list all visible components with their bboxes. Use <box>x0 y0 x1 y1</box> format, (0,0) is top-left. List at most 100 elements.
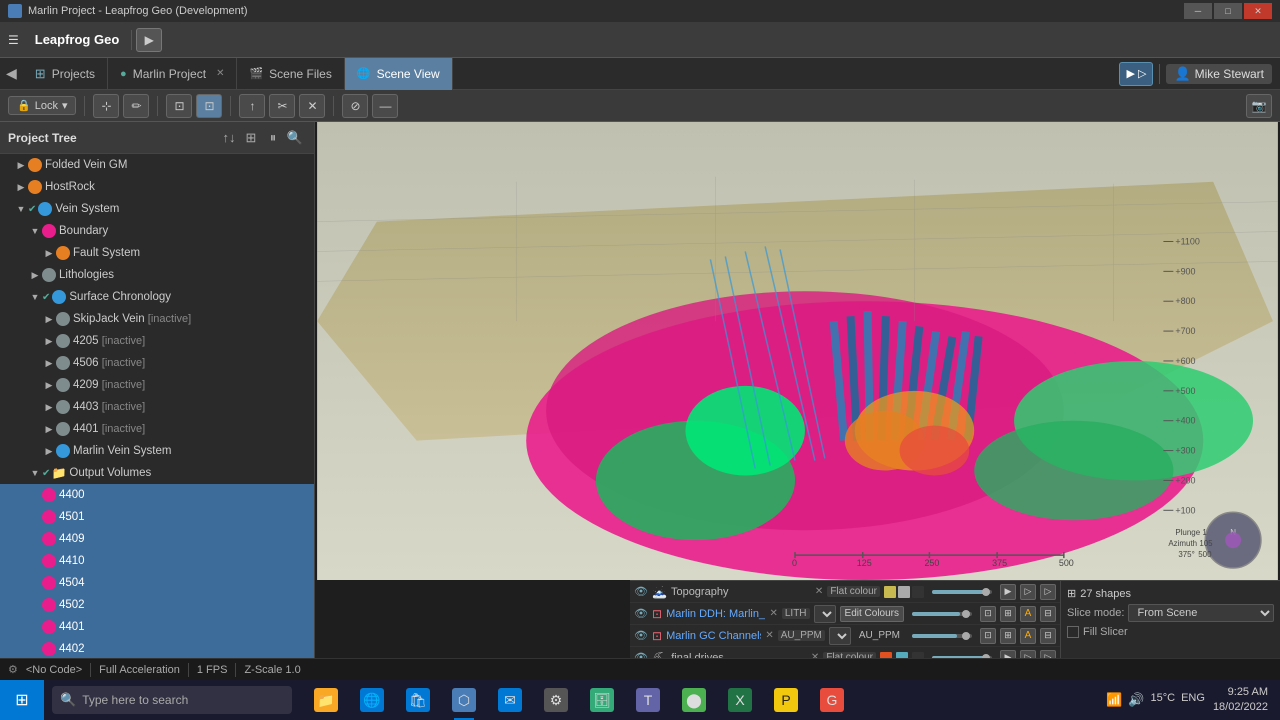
tabs-scroll-left[interactable]: ◀ <box>0 65 23 82</box>
ddh-action-2[interactable]: ⊞ <box>1000 606 1016 622</box>
tree-toggle[interactable]: ▶ <box>42 246 56 260</box>
taskbar-app-teams[interactable]: T <box>626 680 670 720</box>
tab-scene-files[interactable]: 🎬 Scene Files <box>237 58 344 90</box>
ddh-link[interactable]: Marlin DDH: Marlin_DDH_geology <box>666 608 765 620</box>
tree-item-4401-inactive[interactable]: ▶ 4401 [inactive] <box>0 418 314 440</box>
taskbar-app-settings[interactable]: ⚙ <box>534 680 578 720</box>
eraser-tool[interactable]: ⊘ <box>342 94 368 118</box>
ddh-opacity-slider[interactable] <box>912 612 972 616</box>
pause-tree-btn[interactable]: ⏸ <box>262 127 284 149</box>
ddh-action-3[interactable]: A <box>1020 606 1036 622</box>
tree-item-folded-vein-gm[interactable]: ▶ Folded Vein GM <box>0 154 314 176</box>
swatch-1[interactable] <box>884 586 896 598</box>
tree-item-skipjack[interactable]: ▶ SkipJack Vein [inactive] <box>0 308 314 330</box>
start-button[interactable]: ⊞ <box>0 680 44 720</box>
tree-item-vein-system[interactable]: ▼ ✔ Vein System <box>0 198 314 220</box>
layer-close-gc[interactable]: ✕ <box>765 630 773 641</box>
tab-scene-view[interactable]: 🌐 Scene View <box>345 58 453 90</box>
tab-projects[interactable]: ⊞ Projects <box>23 58 108 90</box>
swatch-3[interactable] <box>912 586 924 598</box>
tree-toggle[interactable]: ▼ <box>28 466 42 480</box>
expand-tree-btn[interactable]: ⊞ <box>240 127 262 149</box>
gc-link[interactable]: Marlin GC Channels: Marlin_GC_assay <box>666 630 761 642</box>
hand-tool[interactable]: ↑ <box>239 94 265 118</box>
tree-item-4501[interactable]: 4501 <box>0 506 314 528</box>
network-icon[interactable]: 📶 <box>1106 692 1122 708</box>
layer-play2-btn[interactable]: ▷ <box>1020 584 1036 600</box>
hamburger-menu[interactable]: ☰ <box>0 29 27 51</box>
taskbar-app-store[interactable]: 🛍 <box>396 680 440 720</box>
tree-item-4506[interactable]: ▶ 4506 [inactive] <box>0 352 314 374</box>
gc-select[interactable] <box>829 627 851 645</box>
measure-tool[interactable]: ⊡ <box>166 94 192 118</box>
tab-marlin-close[interactable]: ✕ <box>216 68 224 79</box>
taskbar-app-edge[interactable]: 🌐 <box>350 680 394 720</box>
notification-btn[interactable]: ▶ ▷ <box>1119 62 1153 86</box>
tree-toggle[interactable]: ▶ <box>42 334 56 348</box>
system-clock[interactable]: 9:25 AM 18/02/2022 <box>1213 685 1268 716</box>
tree-toggle[interactable]: ▼ <box>14 202 28 216</box>
tree-item-4402[interactable]: 4402 <box>0 638 314 660</box>
tree-toggle[interactable]: ▶ <box>28 268 42 282</box>
tree-toggle[interactable]: ▼ <box>28 290 42 304</box>
scene-viewport[interactable]: +1100 +900 +800 +700 +600 +500 +400 +300 <box>315 122 1280 580</box>
tree-item-fault-system[interactable]: ▶ Fault System <box>0 242 314 264</box>
layer-opacity-slider[interactable] <box>932 590 992 594</box>
tree-item-boundary[interactable]: ▼ Boundary <box>0 220 314 242</box>
ddh-action-1[interactable]: ⊡ <box>980 606 996 622</box>
layer-play3-btn[interactable]: ▷ <box>1040 584 1056 600</box>
gc-opacity-slider[interactable] <box>912 634 972 638</box>
close-button[interactable]: ✕ <box>1244 3 1272 19</box>
toolbar-play-btn[interactable]: ▶ <box>136 28 162 52</box>
tree-item-4410[interactable]: 4410 <box>0 550 314 572</box>
tree-item-4502[interactable]: 4502 <box>0 594 314 616</box>
vis-toggle-topo[interactable]: 👁 <box>634 585 648 599</box>
lock-button[interactable]: 🔒 Lock ▾ <box>8 96 76 115</box>
tree-toggle[interactable]: ▶ <box>14 180 28 194</box>
tree-toggle[interactable]: ▶ <box>42 444 56 458</box>
camera-btn[interactable]: 📷 <box>1246 94 1272 118</box>
edit-colours-btn[interactable]: Edit Colours <box>840 606 904 622</box>
tree-toggle[interactable]: ▼ <box>28 224 42 238</box>
taskbar-app-db[interactable]: 🗄 <box>580 680 624 720</box>
tree-item-4400[interactable]: 4400 <box>0 484 314 506</box>
tree-item-4401[interactable]: 4401 <box>0 616 314 638</box>
taskbar-app-outlook[interactable]: ✉ <box>488 680 532 720</box>
tree-item-output-volumes[interactable]: ▼ ✔ 📁 Output Volumes <box>0 462 314 484</box>
minimize-button[interactable]: ─ <box>1184 3 1212 19</box>
gc-action-1[interactable]: ⊡ <box>980 628 996 644</box>
ddh-action-4[interactable]: ⊟ <box>1040 606 1056 622</box>
vis-toggle-ddh[interactable]: 👁 <box>634 607 648 621</box>
layer-close-topo[interactable]: ✕ <box>815 586 823 597</box>
tree-toggle[interactable]: ▶ <box>42 312 56 326</box>
tree-item-marlin-vein-system[interactable]: ▶ Marlin Vein System <box>0 440 314 462</box>
tree-item-4504[interactable]: 4504 <box>0 572 314 594</box>
cross-tool[interactable]: ✕ <box>299 94 325 118</box>
swatch-2[interactable] <box>898 586 910 598</box>
taskbar-app-powerbi[interactable]: P <box>764 680 808 720</box>
volume-icon[interactable]: 🔊 <box>1128 692 1144 708</box>
search-tree-btn[interactable]: 🔍 <box>284 127 306 149</box>
taskbar-app-excel[interactable]: X <box>718 680 762 720</box>
gc-action-4[interactable]: ⊟ <box>1040 628 1056 644</box>
layer-play-btn[interactable]: ▶ <box>1000 584 1016 600</box>
restore-button[interactable]: □ <box>1214 3 1242 19</box>
tree-toggle[interactable]: ▶ <box>42 422 56 436</box>
tree-item-hostrock[interactable]: ▶ HostRock <box>0 176 314 198</box>
tree-toggle[interactable]: ▶ <box>14 158 28 172</box>
gc-action-2[interactable]: ⊞ <box>1000 628 1016 644</box>
tree-item-4209[interactable]: ▶ 4209 [inactive] <box>0 374 314 396</box>
tree-toggle[interactable]: ▶ <box>42 378 56 392</box>
tree-item-4409[interactable]: 4409 <box>0 528 314 550</box>
layer-close-ddh[interactable]: ✕ <box>769 608 777 619</box>
gc-action-3[interactable]: A <box>1020 628 1036 644</box>
tree-toggle[interactable]: ▶ <box>42 356 56 370</box>
tab-marlin-project[interactable]: ● Marlin Project ✕ <box>108 58 237 90</box>
cut-tool[interactable]: ✂ <box>269 94 295 118</box>
pencil-tool[interactable]: ✏ <box>123 94 149 118</box>
box-tool[interactable]: ⊡ <box>196 94 222 118</box>
tree-item-4403[interactable]: ▶ 4403 [inactive] <box>0 396 314 418</box>
taskbar-app-leapfrog[interactable]: ⬡ <box>442 680 486 720</box>
taskbar-search[interactable]: 🔍 Type here to search <box>52 686 292 714</box>
line-tool[interactable]: — <box>372 94 398 118</box>
